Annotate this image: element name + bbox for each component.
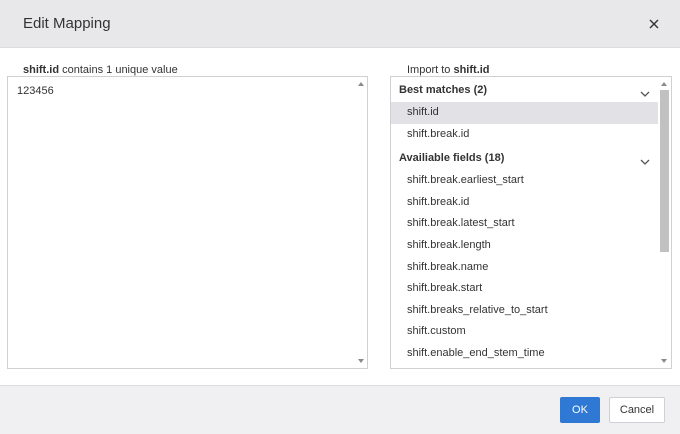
field-group-header[interactable]: Availiable fields (18) — [391, 145, 659, 170]
field-option[interactable]: shift.break.name — [391, 257, 659, 279]
field-option-label: shift.custom — [407, 325, 466, 338]
field-option[interactable]: shift.breaks_relative_to_start — [391, 300, 659, 322]
field-option[interactable]: shift.custom — [391, 321, 659, 343]
field-option-label: shift.break.earliest_start — [407, 174, 524, 187]
chevron-down-icon[interactable] — [640, 153, 650, 171]
scrollbar-thumb[interactable] — [660, 90, 669, 252]
dialog-header: Edit Mapping — [0, 0, 680, 48]
values-scrollbar[interactable] — [355, 77, 367, 368]
field-group-label: Availiable fields (18) — [399, 152, 505, 165]
unique-value: 123456 — [17, 85, 54, 97]
field-option[interactable]: shift.break.start — [391, 278, 659, 300]
field-option-label: shift.enable_end_stem_time — [407, 346, 545, 359]
field-group-header[interactable]: Best matches (2) — [391, 77, 659, 102]
scroll-up-arrow-icon[interactable] — [358, 82, 364, 86]
target-field-name: shift.id — [453, 64, 490, 76]
target-fields-list[interactable]: Best matches (2) shift.id shift.break.id Av… — [390, 76, 672, 369]
dialog-footer: OK Cancel — [0, 385, 680, 434]
target-label-prefix: Import to — [407, 64, 451, 76]
field-option-label: shift.break.start — [407, 282, 483, 295]
field-group-label: Best matches (2) — [399, 84, 488, 96]
field-option[interactable]: shift.break.id — [391, 192, 659, 214]
field-option-label: shift.breaks_relative_to_start — [407, 303, 548, 316]
scroll-down-arrow-icon[interactable] — [661, 359, 667, 363]
field-option-label: shift.break.length — [407, 238, 491, 251]
ok-button[interactable]: OK — [560, 397, 600, 423]
field-option-label: shift.id — [407, 106, 439, 118]
field-option-label: shift.break.latest_start — [407, 217, 515, 230]
cancel-button[interactable]: Cancel — [609, 397, 665, 423]
field-option-label: shift.break.name — [407, 260, 489, 273]
source-field-label: shift.id contains 1 unique value — [23, 64, 178, 76]
unique-values-list[interactable]: 123456 — [7, 76, 368, 369]
close-icon — [649, 19, 659, 29]
close-button[interactable] — [644, 14, 664, 34]
field-option[interactable]: shift.break.id — [391, 124, 659, 146]
scroll-up-arrow-icon[interactable] — [661, 82, 667, 86]
source-field-name: shift.id — [23, 64, 60, 76]
field-option-label: shift.break.id — [407, 127, 470, 140]
dialog-title: Edit Mapping — [23, 15, 111, 32]
fields-scrollbar[interactable] — [658, 77, 671, 368]
field-option[interactable]: shift.id — [391, 102, 659, 124]
field-list: Best matches (2) shift.id shift.break.id Av… — [391, 77, 659, 368]
field-option-label: shift.break.id — [407, 195, 470, 208]
field-option[interactable]: shift.break.latest_start — [391, 213, 659, 235]
field-option[interactable]: shift.break.earliest_start — [391, 170, 659, 192]
chevron-down-icon[interactable] — [640, 85, 650, 103]
scroll-down-arrow-icon[interactable] — [358, 359, 364, 363]
field-option[interactable]: shift.enable_end_stem_time — [391, 343, 659, 365]
field-option[interactable]: shift.enable_start_stem_time — [391, 365, 659, 368]
edit-mapping-dialog: Edit Mapping shift.id contains 1 unique … — [0, 0, 680, 434]
field-option[interactable]: shift.break.length — [391, 235, 659, 257]
source-field-description: contains 1 unique value — [62, 64, 178, 76]
target-field-label: Import to shift.id — [407, 64, 490, 76]
